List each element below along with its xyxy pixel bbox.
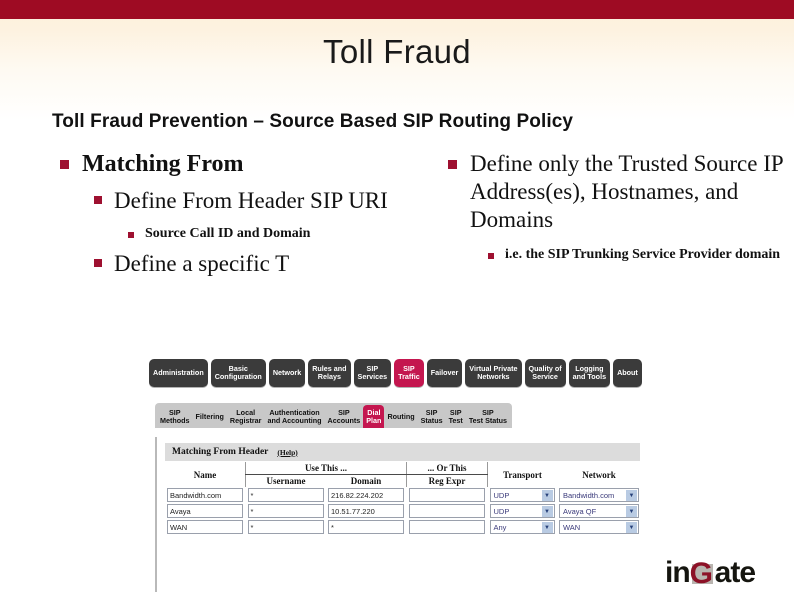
list-item-label: i.e. the SIP Trunking Service Provider d… — [505, 247, 781, 263]
tab-sip-status[interactable]: SIP Status — [417, 405, 446, 428]
chevron-down-icon: ▼ — [626, 490, 637, 501]
reg-expr-field[interactable] — [408, 504, 485, 518]
list-item: Define only the Trusted Source IP Addres… — [448, 150, 788, 234]
list-item: Source Call ID and Domain — [128, 225, 460, 243]
matching-from-header-table: Name Use This ... ... Or This Transport … — [165, 462, 641, 535]
page-title: Toll Fraud — [323, 33, 471, 70]
domain-field[interactable]: * — [328, 520, 404, 534]
chevron-down-icon: ▼ — [541, 506, 553, 517]
logo-text-ate: ate — [714, 556, 756, 589]
tab-sip-traffic[interactable]: SIP Traffic — [394, 359, 424, 387]
tab-sip-methods[interactable]: SIP Methods — [157, 405, 193, 428]
table-row: WAN * * Any ▼ WAN ▼ — [165, 519, 641, 535]
list-item-label: Matching From — [82, 151, 244, 177]
tab-dial-plan[interactable]: Dial Plan — [363, 405, 385, 428]
logo-text-in: in — [665, 556, 691, 589]
network-select[interactable]: Bandwidth.com ▼ — [559, 488, 639, 502]
tab-about[interactable]: About — [613, 359, 642, 387]
column-header-network: Network — [582, 469, 616, 480]
name-field[interactable]: Bandwidth.com — [167, 488, 243, 502]
tab-logging-and-tools[interactable]: Logging and Tools — [568, 359, 611, 387]
bullet-square-icon — [488, 253, 494, 260]
username-field[interactable]: * — [247, 520, 324, 534]
tab-sip-services[interactable]: SIP Services — [353, 359, 392, 387]
tab-routing[interactable]: Routing — [384, 405, 418, 428]
tab-filtering[interactable]: Filtering — [192, 405, 227, 428]
table-row: Bandwidth.com * 216.82.224.202 UDP ▼ Bandwidt… — [165, 487, 641, 503]
tab-authentication-and-accounting[interactable]: Authentication and Accounting — [264, 405, 325, 428]
network-select[interactable]: Avaya QF ▼ — [559, 504, 639, 518]
help-link[interactable]: (Help) — [277, 448, 297, 457]
transport-select[interactable]: Any ▼ — [489, 520, 555, 534]
dial-plan-panel: Matching From Header (Help) Name Use Thi… — [155, 437, 644, 592]
panel-header: Matching From Header (Help) — [165, 443, 640, 461]
tab-failover[interactable]: Failover — [426, 359, 463, 387]
network-select[interactable]: WAN ▼ — [559, 520, 639, 534]
list-item: Define From Header SIP URI — [94, 187, 460, 215]
list-item-label: Source Call ID and Domain — [145, 225, 311, 241]
tab-local-registrar[interactable]: Local Registrar — [226, 405, 265, 428]
username-field[interactable]: * — [247, 504, 324, 518]
list-item-label: Define only the Trusted Source IP Addres… — [470, 151, 783, 233]
tab-quality-of-service[interactable]: Quality of Service — [524, 359, 566, 387]
chevron-down-icon: ▼ — [541, 522, 553, 533]
reg-expr-field[interactable] — [408, 488, 485, 502]
logo-text-g: G — [689, 556, 714, 590]
column-header-username: Username — [245, 474, 326, 487]
domain-field[interactable]: 216.82.224.202 — [328, 488, 404, 502]
name-field[interactable]: Avaya — [167, 504, 243, 518]
bullet-column-left: Matching From Define From Header SIP URI… — [60, 150, 460, 278]
group-header-or-this: ... Or This — [406, 462, 488, 475]
tab-rules-and-relays[interactable]: Rules and Relays — [308, 359, 351, 387]
name-field[interactable]: WAN — [167, 520, 243, 534]
tab-sip-test-status[interactable]: SIP Test Status — [465, 405, 511, 428]
tab-sip-accounts[interactable]: SIP Accounts — [324, 405, 364, 428]
logo-g-mark: G — [689, 556, 715, 590]
primary-tab-bar: Administration Basic Configuration Network… — [149, 359, 642, 387]
list-item: i.e. the SIP Trunking Service Provider d… — [488, 246, 788, 264]
column-header-transport: Transport — [487, 462, 557, 487]
list-item-label: Define From Header SIP URI — [114, 188, 388, 214]
bullet-square-icon — [128, 231, 134, 238]
top-accent-bar — [0, 0, 794, 19]
column-header-domain: Domain — [350, 476, 382, 486]
bullet-square-icon — [448, 160, 457, 169]
list-item-label: Define a specific T — [114, 251, 290, 277]
secondary-tab-bar: SIP Methods Filtering Local Registrar Authe… — [155, 403, 513, 428]
username-field[interactable]: * — [247, 488, 324, 502]
group-header-use-this: Use This ... — [245, 462, 407, 475]
bullet-square-icon — [94, 259, 102, 268]
bullet-column-right: Define only the Trusted Source IP Addres… — [448, 150, 788, 264]
reg-expr-field[interactable] — [408, 520, 485, 534]
domain-field[interactable]: 10.51.77.220 — [328, 504, 404, 518]
transport-select[interactable]: UDP ▼ — [489, 504, 555, 518]
bullet-square-icon — [94, 196, 102, 205]
list-item: Matching From — [60, 150, 460, 179]
tab-sip-test[interactable]: SIP Test — [445, 405, 466, 428]
slide-canvas: Toll Fraud Toll Fraud Prevention – Sourc… — [0, 0, 794, 595]
tab-basic-configuration[interactable]: Basic Configuration — [210, 359, 266, 387]
column-header-reg-expr: Reg Expr — [406, 474, 488, 487]
ingate-logo: in G ate — [665, 556, 756, 590]
chevron-down-icon: ▼ — [541, 490, 553, 501]
list-item: Define a specific T — [94, 250, 460, 278]
tab-administration[interactable]: Administration — [149, 359, 208, 387]
bullet-square-icon — [60, 160, 69, 169]
panel-heading: Matching From Header — [172, 447, 269, 457]
transport-select[interactable]: UDP ▼ — [489, 488, 555, 502]
embedded-admin-gui-screenshot: Administration Basic Configuration Network… — [143, 356, 655, 595]
tab-virtual-private-networks[interactable]: Virtual Private Networks — [465, 359, 522, 387]
chevron-down-icon: ▼ — [626, 522, 637, 533]
chevron-down-icon: ▼ — [626, 506, 637, 517]
table-row: Avaya * 10.51.77.220 UDP ▼ Avaya QF ▼ — [165, 503, 641, 519]
page-subtitle: Toll Fraud Prevention – Source Based SIP… — [52, 111, 574, 132]
column-header-name: Name — [193, 469, 217, 480]
tab-network[interactable]: Network — [268, 359, 306, 387]
